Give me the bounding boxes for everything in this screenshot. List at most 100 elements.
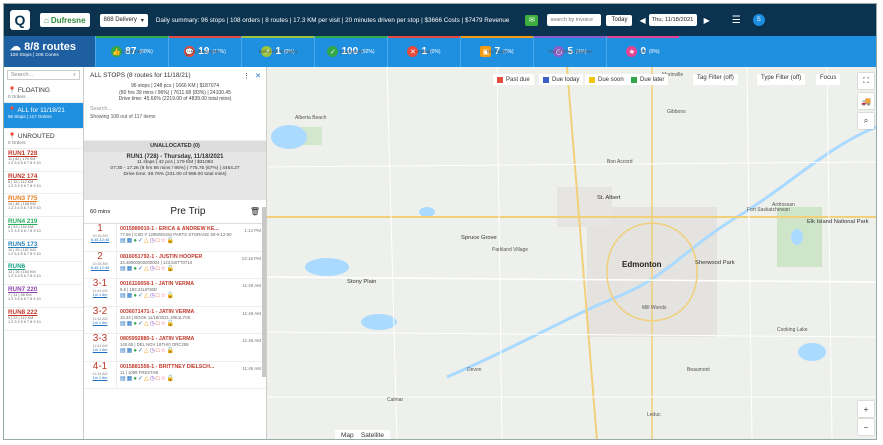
vehicle-icon[interactable]: 🚚 xyxy=(858,93,874,109)
stop-sequence: 1 xyxy=(97,223,103,234)
search-icon[interactable]: ⌕ xyxy=(858,113,874,129)
tag-filter-button[interactable]: Tag Filter (off) xyxy=(693,74,738,85)
route-search-input[interactable]: Search... ⌕ xyxy=(7,70,80,80)
sidebar-item-route[interactable]: RUN2 174 6 | 15 | 112 KM 1 2 3 4 5 6 7 8 9… xyxy=(4,172,83,195)
legend-past-due[interactable]: Past due xyxy=(493,74,534,85)
stop-action-icons[interactable]: ▤▦●✓△◷□☆🔓 xyxy=(120,237,263,244)
sidebar-item-route[interactable]: RUN4 219 8 | 53 | 116 KM 1 2 3 4 5 6 7 8 9… xyxy=(4,217,83,240)
lock-icon[interactable]: 🔓 xyxy=(167,238,175,244)
sidebar-item-floating[interactable]: 📍 FLOATING 0 Orders xyxy=(4,83,83,103)
lock-icon[interactable]: 🔓 xyxy=(167,293,175,299)
doc-icon[interactable]: ▤ xyxy=(120,348,127,354)
stat-on-route[interactable]: ▣ 7 (6%) On Route xyxy=(460,36,533,67)
stop-row[interactable]: 1 10:15 AM 8-45-12:45 0015989010-1 - ERICA … xyxy=(84,224,266,252)
next-day-icon[interactable]: ▶ xyxy=(704,16,710,25)
doc-icon[interactable]: ▤ xyxy=(120,321,127,327)
stop-eta: 11:46 AM xyxy=(242,283,261,288)
stop-search-input[interactable]: Search... xyxy=(90,106,260,112)
stop-window-link[interactable]: 1m 1 6m xyxy=(84,348,116,352)
app-logo[interactable]: Q xyxy=(10,10,30,30)
doc-icon[interactable]: ▤ xyxy=(120,293,127,299)
legend-due-today[interactable]: Due today xyxy=(539,74,584,85)
lock-icon[interactable]: 🔓 xyxy=(167,348,175,354)
stat-label: No Response xyxy=(190,49,220,55)
close-icon[interactable]: ✕ xyxy=(255,72,261,80)
sidebar-item-route[interactable]: RUN3 775 14 | 46 | 158 KM 1 2 3 4 5 6 7 8 … xyxy=(4,194,83,218)
stat-referred[interactable]: ↗ 1 (0%) Referred To Agent xyxy=(241,36,314,67)
route-stop-dots: 1 2 3 4 5 6 7 8 9 10 xyxy=(8,297,41,302)
stop-row[interactable]: 4-1 11:44 AM 1m 1 6m 0015881556-1 - BRITTNE… xyxy=(84,361,266,389)
stat-vip[interactable]: ★ 0 (0%) VIP xyxy=(606,36,679,67)
lock-icon[interactable]: 🔓 xyxy=(167,376,175,382)
stop-row[interactable]: 3-2 11:44 AM 1m 1 6m 0036071471-1 - JATIN V… xyxy=(84,306,266,334)
stop-eta: 12:16 PM xyxy=(241,255,261,261)
map-place-label: Devon xyxy=(467,367,482,373)
map-canvas xyxy=(267,67,876,439)
avatar[interactable]: S xyxy=(752,14,765,26)
stop-row[interactable]: 3-1 11:44 AM 1m 1 6m 0016116658-1 - JATIN V… xyxy=(84,279,266,307)
stop-sequence-cell: 1 10:15 AM 8-45-12:45 xyxy=(84,224,117,251)
stop-row[interactable]: 2 10:38 AM 8-45-12:45 0816051792-1 - JUSTIN… xyxy=(84,251,266,279)
zoom-out-button[interactable]: − xyxy=(858,419,874,435)
sidebar-item-route[interactable]: RUN8 222 9 | 22 | 112 KM 1 2 3 4 5 6 7 8 9… xyxy=(4,308,83,331)
sidebar-item-route[interactable]: RUN1 728 11 | 42 | 179 KM 1 2 3 4 5 6 7 8 … xyxy=(4,149,83,172)
focus-button[interactable]: Focus xyxy=(816,74,841,85)
stop-window-link[interactable]: 1m 1 6m xyxy=(84,321,116,325)
stat-bar xyxy=(96,36,168,38)
stat-completed[interactable]: ✓ 100 (92%) Completed xyxy=(314,36,387,67)
stop-window-link[interactable]: 1m 1 6m xyxy=(84,293,116,297)
run-header[interactable]: RUN1 (728) - Thursday, 11/18/2021 11 sto… xyxy=(84,152,266,200)
delivery-select[interactable]: 888 Delivery ▾ xyxy=(99,13,148,27)
stop-sequence: 3-1 xyxy=(92,278,108,289)
map-tab[interactable]: Map xyxy=(341,432,354,439)
stat-confirmed[interactable]: 👍 87 (80%) Confirmed xyxy=(95,36,168,67)
doc-icon[interactable]: ▤ xyxy=(120,238,127,244)
stop-action-icons[interactable]: ▤▦●✓△◷□☆🔓 xyxy=(120,375,263,382)
legend-due-soon[interactable]: Due soon xyxy=(585,74,628,85)
doc-icon[interactable]: ▤ xyxy=(120,376,127,382)
home-icon: ⌂ xyxy=(44,15,49,25)
previous-day-icon[interactable]: ◀ xyxy=(639,16,645,25)
stop-window-link[interactable]: 8-45-12:45 xyxy=(84,266,116,270)
sidebar-item-route[interactable]: RUN7 220 7 | 31 | 98 KM 1 2 3 4 5 6 7 8 9 … xyxy=(4,285,83,308)
type-filter-button[interactable]: Type Filter (off) xyxy=(757,74,806,85)
map-type-tabs[interactable]: Map Satellite xyxy=(335,430,391,439)
sidebar-item-route[interactable]: RUN6 12 | 26 | 154 KM 1 2 3 4 5 6 7 8 9 10 xyxy=(4,262,83,286)
fullscreen-icon[interactable]: ⛶ xyxy=(858,73,874,89)
stop-row[interactable]: 3-3 11:44 AM 1m 1 6m 0805992880-1 - JATIN V… xyxy=(84,334,266,362)
stop-window-link[interactable]: 1m 1 6m xyxy=(84,376,116,380)
stop-action-icons[interactable]: ▤▦●✓△◷□☆🔓 xyxy=(120,347,263,354)
invoice-search-input[interactable] xyxy=(547,14,602,26)
stop-action-icons[interactable]: ▤▦●✓△◷□☆🔓 xyxy=(120,292,263,299)
routes-summary[interactable]: ☁ 8/8 routes 108 Stops | 108 Cones xyxy=(4,36,95,67)
stat-failed[interactable]: ✕ 1 (0%) Failed xyxy=(387,36,460,67)
route-stop-dots: 1 2 3 4 5 6 7 8 9 10 xyxy=(8,319,41,324)
zoom-in-button[interactable]: + xyxy=(858,401,874,417)
floating-sub: 0 Orders xyxy=(8,94,26,99)
date-picker[interactable]: Thu, 11/18/2021 xyxy=(648,14,697,26)
legend-due-later[interactable]: Due later xyxy=(627,74,669,85)
trash-icon[interactable]: 🗑 xyxy=(250,207,260,216)
stop-action-icons[interactable]: ▤▦●✓△◷□☆🔓 xyxy=(120,320,263,327)
chat-icon[interactable]: ✉ xyxy=(525,14,539,26)
unallocated-header[interactable]: UNALLOCATED (0) xyxy=(84,141,266,152)
stat-bar xyxy=(315,36,387,38)
satellite-tab[interactable]: Satellite xyxy=(361,432,384,439)
more-icon[interactable]: ⋮ xyxy=(243,72,250,80)
today-button[interactable]: Today xyxy=(606,14,633,26)
stop-window-link[interactable]: 8-45-12:45 xyxy=(84,238,116,242)
doc-icon[interactable]: ▤ xyxy=(120,266,127,272)
sidebar-item-unrouted[interactable]: 📍 UNROUTED 0 Orders xyxy=(4,129,83,149)
scrollbar[interactable] xyxy=(262,207,266,377)
route-name: RUN5 173 xyxy=(8,240,38,248)
stat-out-of-time-window[interactable]: ◷ 5 (4%) Out of Time Window xyxy=(533,36,606,67)
all-label: ALL for 11/18/21 xyxy=(17,107,65,114)
menu-icon[interactable]: ☰ xyxy=(732,15,741,26)
sidebar-item-route[interactable]: RUN5 173 10 | 29 | 187 KM 1 2 3 4 5 6 7 8 … xyxy=(4,240,83,263)
stat-no-response[interactable]: 💬 19 (17%) No Response xyxy=(168,36,241,67)
lock-icon[interactable]: 🔓 xyxy=(167,321,175,327)
map-view[interactable]: Edmonton St. Albert Sherwood Park Spruce Gr… xyxy=(267,67,876,439)
lock-icon[interactable]: 🔓 xyxy=(167,266,175,272)
stop-action-icons[interactable]: ▤▦●✓△◷□☆🔓 xyxy=(120,265,263,272)
sidebar-item-all[interactable]: 📍 ALL for 11/18/21 96 Stops | 117 Orders xyxy=(4,103,83,129)
